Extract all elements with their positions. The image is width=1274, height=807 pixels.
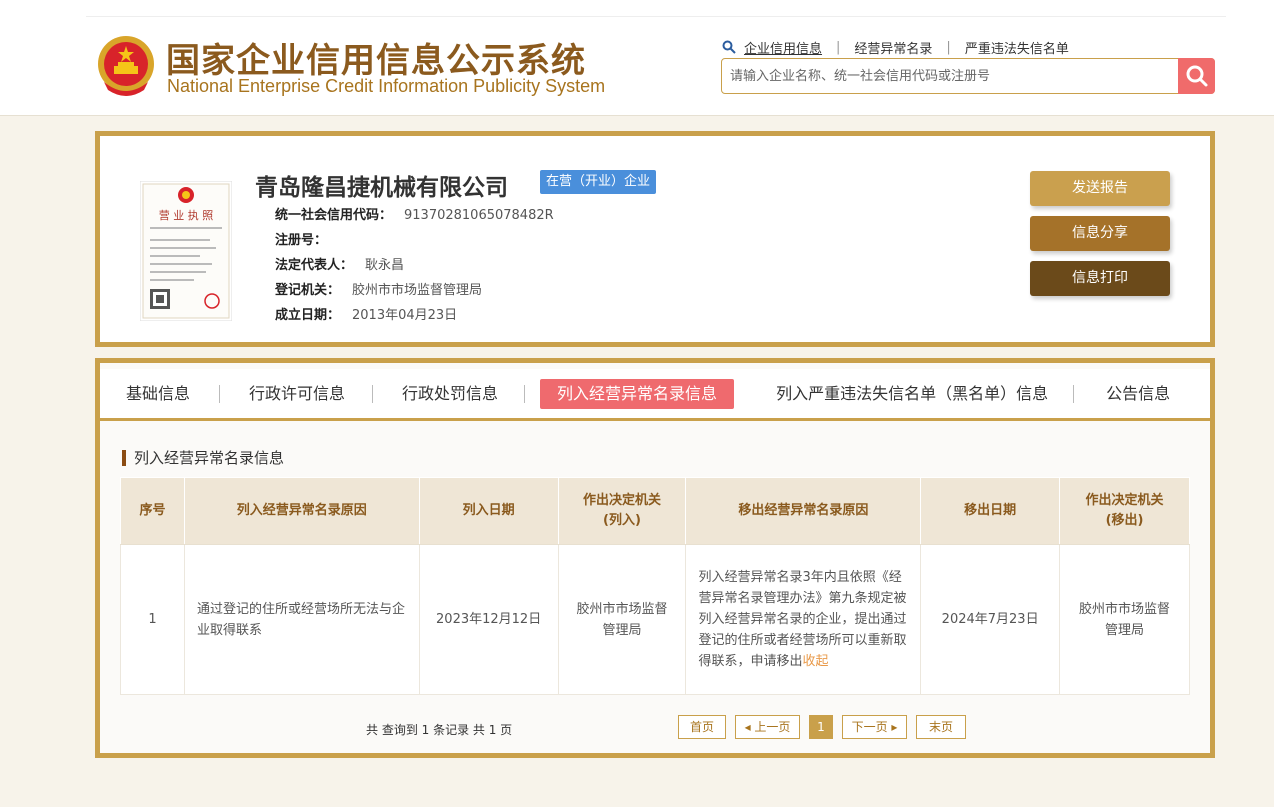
- info-row-reg-no: 注册号：: [275, 231, 554, 256]
- tab-basic-info[interactable]: 基础信息: [126, 379, 190, 409]
- company-info: 统一社会信用代码： 91370281065078482R 注册号： 法定代表人： 耿…: [275, 206, 554, 331]
- info-value: 2013年04月23日: [352, 308, 458, 323]
- cell-reason-in: 通过登记的住所或经营场所无法与企业取得联系: [183, 544, 420, 695]
- info-label: 统一社会信用代码：: [275, 208, 393, 223]
- pagination: 首页 ◂ 上一页 1 下一页 ▸ 末页: [678, 715, 975, 739]
- col-header-index: 序号: [120, 477, 185, 545]
- info-row-founded: 成立日期： 2013年04月23日: [275, 306, 554, 331]
- section-title: 列入经营异常名录信息: [122, 450, 284, 466]
- detail-panel: 基础信息 行政许可信息 行政处罚信息 列入经营异常名录信息 列入严重违法失信名单…: [95, 358, 1215, 758]
- search-input[interactable]: [722, 59, 1172, 93]
- cell-date-in: 2023年12月12日: [418, 544, 559, 695]
- col-header-authority-in: 作出决定机关 (列入): [557, 477, 687, 545]
- link-abnormal-list[interactable]: 经营异常名录: [854, 38, 932, 57]
- cell-index: 1: [120, 544, 185, 695]
- cell-date-out: 2024年7月23日: [920, 544, 1061, 695]
- info-label: 登记机关：: [275, 283, 341, 298]
- info-value: 胶州市市场监督管理局: [352, 283, 483, 298]
- col-header-date-out: 移出日期: [920, 477, 1061, 545]
- page-first-button[interactable]: 首页: [678, 715, 726, 739]
- page-next-button[interactable]: 下一页 ▸: [842, 715, 907, 739]
- share-info-button[interactable]: 信息分享: [1030, 216, 1170, 251]
- site-title: 国家企业信用信息公示系统: [166, 41, 586, 81]
- tab-admin-license[interactable]: 行政许可信息: [249, 379, 345, 409]
- info-row-legal-rep: 法定代表人： 耿永昌: [275, 256, 554, 281]
- page-last-button[interactable]: 末页: [916, 715, 966, 739]
- tab-divider: [372, 384, 374, 403]
- table-row: 1 通过登记的住所或经营场所无法与企业取得联系 2023年12月12日 胶州市市…: [120, 544, 1190, 695]
- link-separator: |: [946, 39, 951, 55]
- site-title-en: National Enterprise Credit Information P…: [167, 76, 606, 96]
- national-emblem-icon: [98, 36, 154, 96]
- page-current-button[interactable]: 1: [809, 715, 833, 739]
- cell-authority-out: 胶州市市场监督管理局: [1059, 544, 1190, 695]
- status-badge: 在营（开业）企业: [540, 170, 657, 194]
- print-info-button[interactable]: 信息打印: [1030, 261, 1170, 296]
- tab-divider: [219, 384, 221, 403]
- tab-divider: [524, 384, 526, 403]
- header-divider: [86, 16, 1226, 17]
- link-blacklist[interactable]: 严重违法失信名单: [965, 38, 1069, 57]
- info-row-credit-code: 统一社会信用代码： 91370281065078482R: [275, 206, 554, 231]
- tab-blacklist[interactable]: 列入严重违法失信名单（黑名单）信息: [776, 379, 1048, 409]
- abnormal-list-table: 序号 列入经营异常名录原因 列入日期 作出决定机关 (列入) 移出经营异常名录原…: [120, 477, 1190, 695]
- site-header: 国家企业信用信息公示系统 National Enterprise Credit …: [0, 0, 1274, 116]
- info-row-authority: 登记机关： 胶州市市场监督管理局: [275, 281, 554, 306]
- info-label: 注册号：: [275, 233, 328, 248]
- collapse-link[interactable]: 收起: [802, 654, 828, 669]
- tab-divider: [1073, 384, 1075, 403]
- col-header-reason-in: 列入经营异常名录原因: [183, 477, 420, 545]
- pager-summary: 共 查询到 1 条记录 共 1 页: [366, 723, 513, 737]
- send-report-button[interactable]: 发送报告: [1030, 171, 1170, 206]
- search-box: [721, 58, 1215, 94]
- info-label: 法定代表人：: [275, 258, 354, 273]
- tab-announcements[interactable]: 公告信息: [1106, 379, 1170, 409]
- top-links: 企业信用信息 | 经营异常名录 | 严重违法失信名单: [722, 37, 1069, 57]
- business-license-image: 营 业 执 照: [140, 181, 232, 321]
- magnifier-icon: [1186, 65, 1207, 87]
- info-label: 成立日期：: [275, 308, 341, 323]
- info-value: 耿永昌: [365, 258, 405, 273]
- table-header-row: 序号 列入经营异常名录原因 列入日期 作出决定机关 (列入) 移出经营异常名录原…: [120, 477, 1190, 545]
- link-separator: |: [836, 39, 841, 55]
- info-value: 91370281065078482R: [404, 208, 554, 223]
- page-prev-button[interactable]: ◂ 上一页: [735, 715, 800, 739]
- search-button[interactable]: [1178, 58, 1215, 94]
- tab-abnormal-operation[interactable]: 列入经营异常名录信息: [540, 378, 735, 409]
- col-header-authority-out: 作出决定机关 (移出): [1059, 477, 1190, 545]
- tab-bar: 基础信息 行政许可信息 行政处罚信息 列入经营异常名录信息 列入严重违法失信名单…: [100, 369, 1210, 421]
- company-card: 营 业 执 照 青岛隆昌捷机械有限公司 在营（开业）企业 统一社会信用代码： 91…: [95, 131, 1215, 347]
- cell-authority-in: 胶州市市场监督管理局: [557, 544, 687, 695]
- col-header-reason-out: 移出经营异常名录原因: [685, 477, 922, 545]
- link-enterprise-credit[interactable]: 企业信用信息: [744, 38, 822, 57]
- tab-admin-penalty[interactable]: 行政处罚信息: [402, 379, 498, 409]
- company-name: 青岛隆昌捷机械有限公司: [255, 175, 508, 201]
- col-header-date-in: 列入日期: [418, 477, 559, 545]
- svg-text:营 业 执 照: 营 业 执 照: [159, 208, 214, 222]
- search-icon: [722, 40, 736, 54]
- cell-reason-out: 列入经营异常名录3年内且依照《经营异常名录管理办法》第九条规定被列入经营异常名录…: [685, 544, 922, 695]
